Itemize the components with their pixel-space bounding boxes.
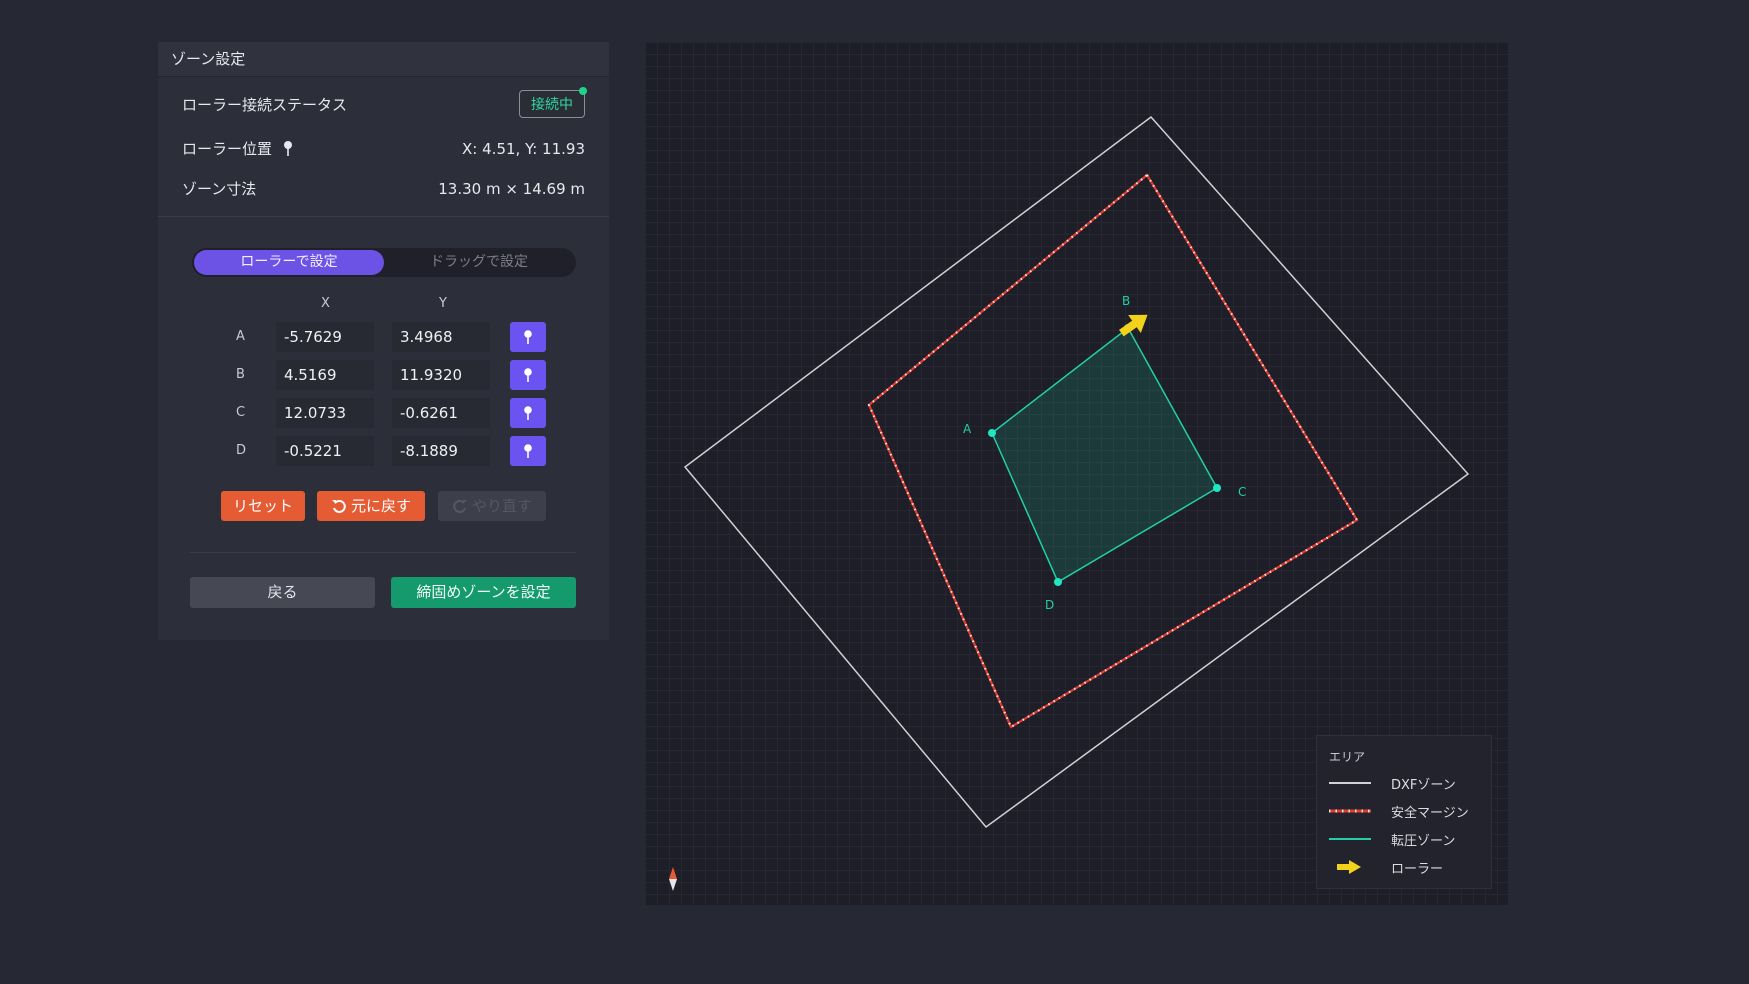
x-input[interactable]: 12.0733: [276, 398, 374, 428]
redo-icon: [453, 500, 467, 513]
pin-icon: [524, 368, 532, 382]
undo-icon: [331, 500, 346, 513]
legend-label: DXFゾーン: [1391, 777, 1456, 793]
size-label: ゾーン寸法: [182, 180, 257, 198]
legend: エリア DXFゾーン 安全マージン 転圧ゾーン ローラー: [1316, 735, 1492, 889]
capture-position-button[interactable]: [510, 398, 546, 428]
arrow-icon: [1337, 860, 1361, 874]
label-c: C: [1238, 485, 1246, 499]
status-value: 接続中: [531, 97, 573, 113]
legend-item: ローラー: [1329, 857, 1443, 877]
x-column-header: X: [321, 296, 330, 311]
status-badge: 接続中: [519, 87, 587, 118]
pin-icon: [524, 444, 532, 458]
mode-drag-button[interactable]: ドラッグで設定: [384, 250, 574, 275]
point-label: A: [236, 329, 245, 344]
x-input[interactable]: -0.5221: [276, 436, 374, 466]
point-label: B: [236, 367, 245, 382]
point-row-c: C 12.0733 -0.6261: [158, 396, 609, 430]
legend-item: 安全マージン: [1329, 801, 1469, 821]
compass-icon: [669, 867, 677, 891]
handle-c[interactable]: [1213, 484, 1221, 492]
solid-line-icon: [1329, 782, 1371, 784]
capture-position-button[interactable]: [510, 360, 546, 390]
y-input[interactable]: 3.4968: [392, 322, 490, 352]
point-label: C: [236, 405, 246, 420]
mode-toggle: ローラーで設定 ドラッグで設定: [192, 248, 576, 277]
position-row: ローラー位置 X: 4.51, Y: 11.93: [182, 138, 585, 160]
set-zone-button[interactable]: 締固めゾーンを設定: [391, 577, 576, 608]
y-column-header: Y: [439, 296, 447, 311]
size-row: ゾーン寸法 13.30 m × 14.69 m: [182, 178, 585, 199]
handle-a[interactable]: [988, 429, 996, 437]
point-row-d: D -0.5221 -8.1889: [158, 434, 609, 468]
x-input[interactable]: 4.5169: [276, 360, 374, 390]
position-label-wrap: ローラー位置: [182, 138, 293, 160]
point-row-b: B 4.5169 11.9320: [158, 358, 609, 392]
label-b: B: [1122, 294, 1130, 308]
legend-item: 転圧ゾーン: [1329, 829, 1455, 849]
pin-icon: [283, 140, 293, 160]
size-value: 13.30 m × 14.69 m: [438, 179, 585, 198]
compaction-zone[interactable]: [991, 326, 1219, 584]
status-row: ローラー接続ステータス 接続中: [182, 87, 587, 118]
solid-line-icon: [1329, 838, 1371, 840]
capture-position-button[interactable]: [510, 436, 546, 466]
divider: [158, 216, 609, 217]
legend-label: ローラー: [1391, 861, 1444, 877]
reset-button[interactable]: リセット: [221, 491, 305, 521]
legend-label: 転圧ゾーン: [1391, 833, 1456, 849]
pin-icon: [524, 406, 532, 420]
x-input[interactable]: -5.7629: [276, 322, 374, 352]
position-value: X: 4.51, Y: 11.93: [462, 140, 585, 158]
legend-label: 安全マージン: [1391, 805, 1469, 821]
undo-label: 元に戻す: [350, 497, 411, 515]
capture-position-button[interactable]: [510, 322, 546, 352]
legend-item: DXFゾーン: [1329, 773, 1456, 793]
status-dot-icon: [579, 87, 587, 95]
zone-settings-panel: ゾーン設定 ローラー接続ステータス 接続中 ローラー位置 X: 4.51, Y:…: [158, 42, 609, 640]
mode-roller-button[interactable]: ローラーで設定: [194, 250, 384, 275]
legend-title: エリア: [1329, 750, 1366, 764]
redo-button[interactable]: やり直す: [438, 491, 546, 521]
y-input[interactable]: -0.6261: [392, 398, 490, 428]
back-button[interactable]: 戻る: [190, 577, 375, 608]
label-d: D: [1045, 598, 1054, 612]
position-label: ローラー位置: [182, 140, 273, 158]
y-input[interactable]: 11.9320: [392, 360, 490, 390]
label-a: A: [963, 422, 972, 436]
undo-button[interactable]: 元に戻す: [317, 491, 425, 521]
panel-title: ゾーン設定: [158, 42, 609, 77]
y-input[interactable]: -8.1889: [392, 436, 490, 466]
point-label: D: [236, 443, 247, 458]
point-row-a: A -5.7629 3.4968: [158, 320, 609, 354]
pin-icon: [524, 330, 532, 344]
redo-label: やり直す: [471, 497, 532, 515]
dotted-line-icon: [1329, 809, 1371, 813]
status-label: ローラー接続ステータス: [182, 95, 348, 114]
divider: [190, 552, 576, 553]
handle-d[interactable]: [1054, 578, 1062, 586]
